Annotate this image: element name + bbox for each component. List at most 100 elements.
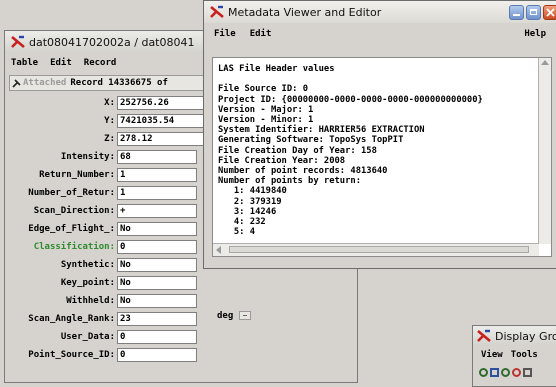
metadata-line: 2: 379319 <box>218 196 282 207</box>
field-label: Y: <box>104 116 115 126</box>
metadata-line: 4: 232 <box>218 217 266 227</box>
field-row-edge-of-flight: Edge_of_Flight_: No <box>9 221 197 237</box>
app-logo-icon <box>477 329 491 343</box>
field-value-y[interactable]: 7421035.54 <box>117 114 209 128</box>
metadata-line: Generating Software: TopoSys TopPIT <box>218 135 404 146</box>
metadata-menubar: File Edit Help <box>204 23 556 45</box>
field-value-scan-direction[interactable]: + <box>117 204 197 218</box>
menu-tools[interactable]: Tools <box>511 350 538 360</box>
field-label: Z: <box>104 134 115 144</box>
attribute-window-title: dat08041702002a / dat08041 <box>29 35 195 49</box>
menu-file[interactable]: File <box>214 29 236 39</box>
toolbar-redraw-icon[interactable] <box>512 368 521 377</box>
scroll-thumb[interactable] <box>229 246 529 253</box>
unit-select-value: deg <box>217 310 234 321</box>
display-menubar: View Tools <box>473 346 556 364</box>
metadata-viewer-window: Metadata Viewer and Editor File Edit Hel… <box>203 0 556 269</box>
field-label: Point_Source_ID: <box>28 350 115 360</box>
metadata-line: 5: 4 <box>218 227 256 238</box>
menu-edit[interactable]: Edit <box>250 29 272 39</box>
vertical-scrollbar[interactable] <box>538 58 551 244</box>
field-value-classification[interactable]: 0 <box>117 240 197 254</box>
scroll-up-arrow-icon[interactable] <box>541 60 549 65</box>
minimize-button[interactable] <box>509 4 524 20</box>
display-window-titlebar[interactable]: Display Gro <box>473 326 556 346</box>
metadata-line: Number of points by return: <box>218 176 361 187</box>
field-label: Return_Number: <box>39 170 115 180</box>
field-row-z: Z: 278.12 <box>9 131 209 147</box>
field-row-user-data: User_Data: 0 <box>9 329 197 345</box>
field-row-key-point: Key_point: No <box>9 275 197 291</box>
scroll-left-arrow-icon[interactable] <box>216 246 221 254</box>
field-value-scan-angle-rank[interactable]: 23 <box>117 312 197 326</box>
menu-record[interactable]: Record <box>84 58 117 68</box>
metadata-line: Number of point records: 4813640 <box>218 166 388 176</box>
field-label: Key_point: <box>60 278 115 288</box>
attribute-fields: X: 252756.26 Y: 7421035.54 Z: 278.12 Intens… <box>9 95 219 382</box>
field-label: Scan_Angle_Rank: <box>28 314 115 324</box>
toolbar-fit-icon[interactable] <box>490 368 499 377</box>
field-value-point-source-id[interactable]: 0 <box>117 348 197 362</box>
menu-edit[interactable]: Edit <box>50 58 72 68</box>
metadata-text-panel[interactable]: LAS File Header values File Source ID: 0P… <box>212 57 552 257</box>
field-value-z[interactable]: 278.12 <box>117 132 209 146</box>
display-group-window: Display Gro View Tools <box>472 325 556 387</box>
metadata-line: 3: 14246 <box>218 206 277 217</box>
metadata-line: File Source ID: 0 <box>218 84 309 95</box>
menu-table[interactable]: Table <box>11 58 38 68</box>
field-value-intensity[interactable]: 68 <box>117 150 197 164</box>
attached-toggle[interactable]: Attached <box>23 78 66 88</box>
field-label: Edge_of_Flight_: <box>28 224 115 234</box>
pin-icon[interactable] <box>12 78 21 88</box>
field-row-withheld: Withheld: No <box>9 293 197 309</box>
field-value-key-point[interactable]: No <box>117 276 197 290</box>
field-label: Synthetic: <box>60 260 115 270</box>
field-value-edge-of-flight[interactable]: No <box>117 222 197 236</box>
menu-view[interactable]: View <box>481 350 503 360</box>
field-value-x[interactable]: 252756.26 <box>117 96 209 110</box>
menu-help[interactable]: Help <box>524 29 546 39</box>
metadata-line: System Identifier: HARRIER56 EXTRACTION <box>218 125 425 136</box>
field-row-synthetic: Synthetic: No <box>9 257 197 273</box>
toolbar-zoom-icon[interactable] <box>479 368 488 377</box>
metadata-window-title: Metadata Viewer and Editor <box>228 5 382 19</box>
maximize-button[interactable] <box>526 4 541 20</box>
metadata-line: Version - Minor: 1 <box>218 115 314 125</box>
horizontal-scrollbar[interactable] <box>213 243 539 256</box>
field-row-scan-angle-rank: Scan_Angle_Rank: 23 <box>9 311 197 327</box>
metadata-line: File Creation Year: 2008 <box>218 155 346 166</box>
toolbar-pan-icon[interactable] <box>501 368 510 377</box>
field-value-number-of-returns[interactable]: 1 <box>117 186 197 200</box>
field-row-intensity: Intensity: 68 <box>9 149 197 165</box>
field-label: Withheld: <box>66 296 115 306</box>
field-label: User_Data: <box>60 332 115 342</box>
field-value-user-data[interactable]: 0 <box>117 330 197 344</box>
record-navigator: Attached Record 14336675 of <box>9 75 219 91</box>
metadata-line: 1: 4419840 <box>218 186 287 197</box>
field-row-y: Y: 7421035.54 <box>9 113 209 129</box>
metadata-window-titlebar[interactable]: Metadata Viewer and Editor <box>204 1 556 23</box>
close-icon <box>546 7 555 17</box>
app-logo-icon <box>11 35 25 49</box>
dropdown-arrow-icon <box>239 311 252 320</box>
field-row-scan-direction: Scan_Direction: + <box>9 203 197 219</box>
field-row-classification: Classification: 0 <box>9 239 197 255</box>
metadata-line: Version - Major: 1 <box>218 104 314 115</box>
field-label: Intensity: <box>60 152 115 162</box>
field-label-classification: Classification: <box>33 242 115 252</box>
field-row-x: X: 252756.26 <box>9 95 209 111</box>
close-button[interactable] <box>543 4 556 20</box>
minimize-icon <box>513 14 520 16</box>
record-counter: Record 14336675 of <box>70 78 168 88</box>
field-value-withheld[interactable]: No <box>117 294 197 308</box>
field-value-synthetic[interactable]: No <box>117 258 197 272</box>
app-logo-icon <box>210 5 224 19</box>
unit-select[interactable]: deg <box>215 308 259 323</box>
metadata-line: File Creation Day of Year: 158 <box>218 145 377 156</box>
toolbar-select-icon[interactable] <box>523 368 532 377</box>
metadata-line: Project ID: {00000000-0000-0000-0000-000… <box>218 94 483 105</box>
field-label: X: <box>104 98 115 108</box>
field-value-return-number[interactable]: 1 <box>117 168 197 182</box>
field-row-number-of-returns: Number_of_Retur: 1 <box>9 185 197 201</box>
field-row-point-source-id: Point_Source_ID: 0 <box>9 347 197 363</box>
